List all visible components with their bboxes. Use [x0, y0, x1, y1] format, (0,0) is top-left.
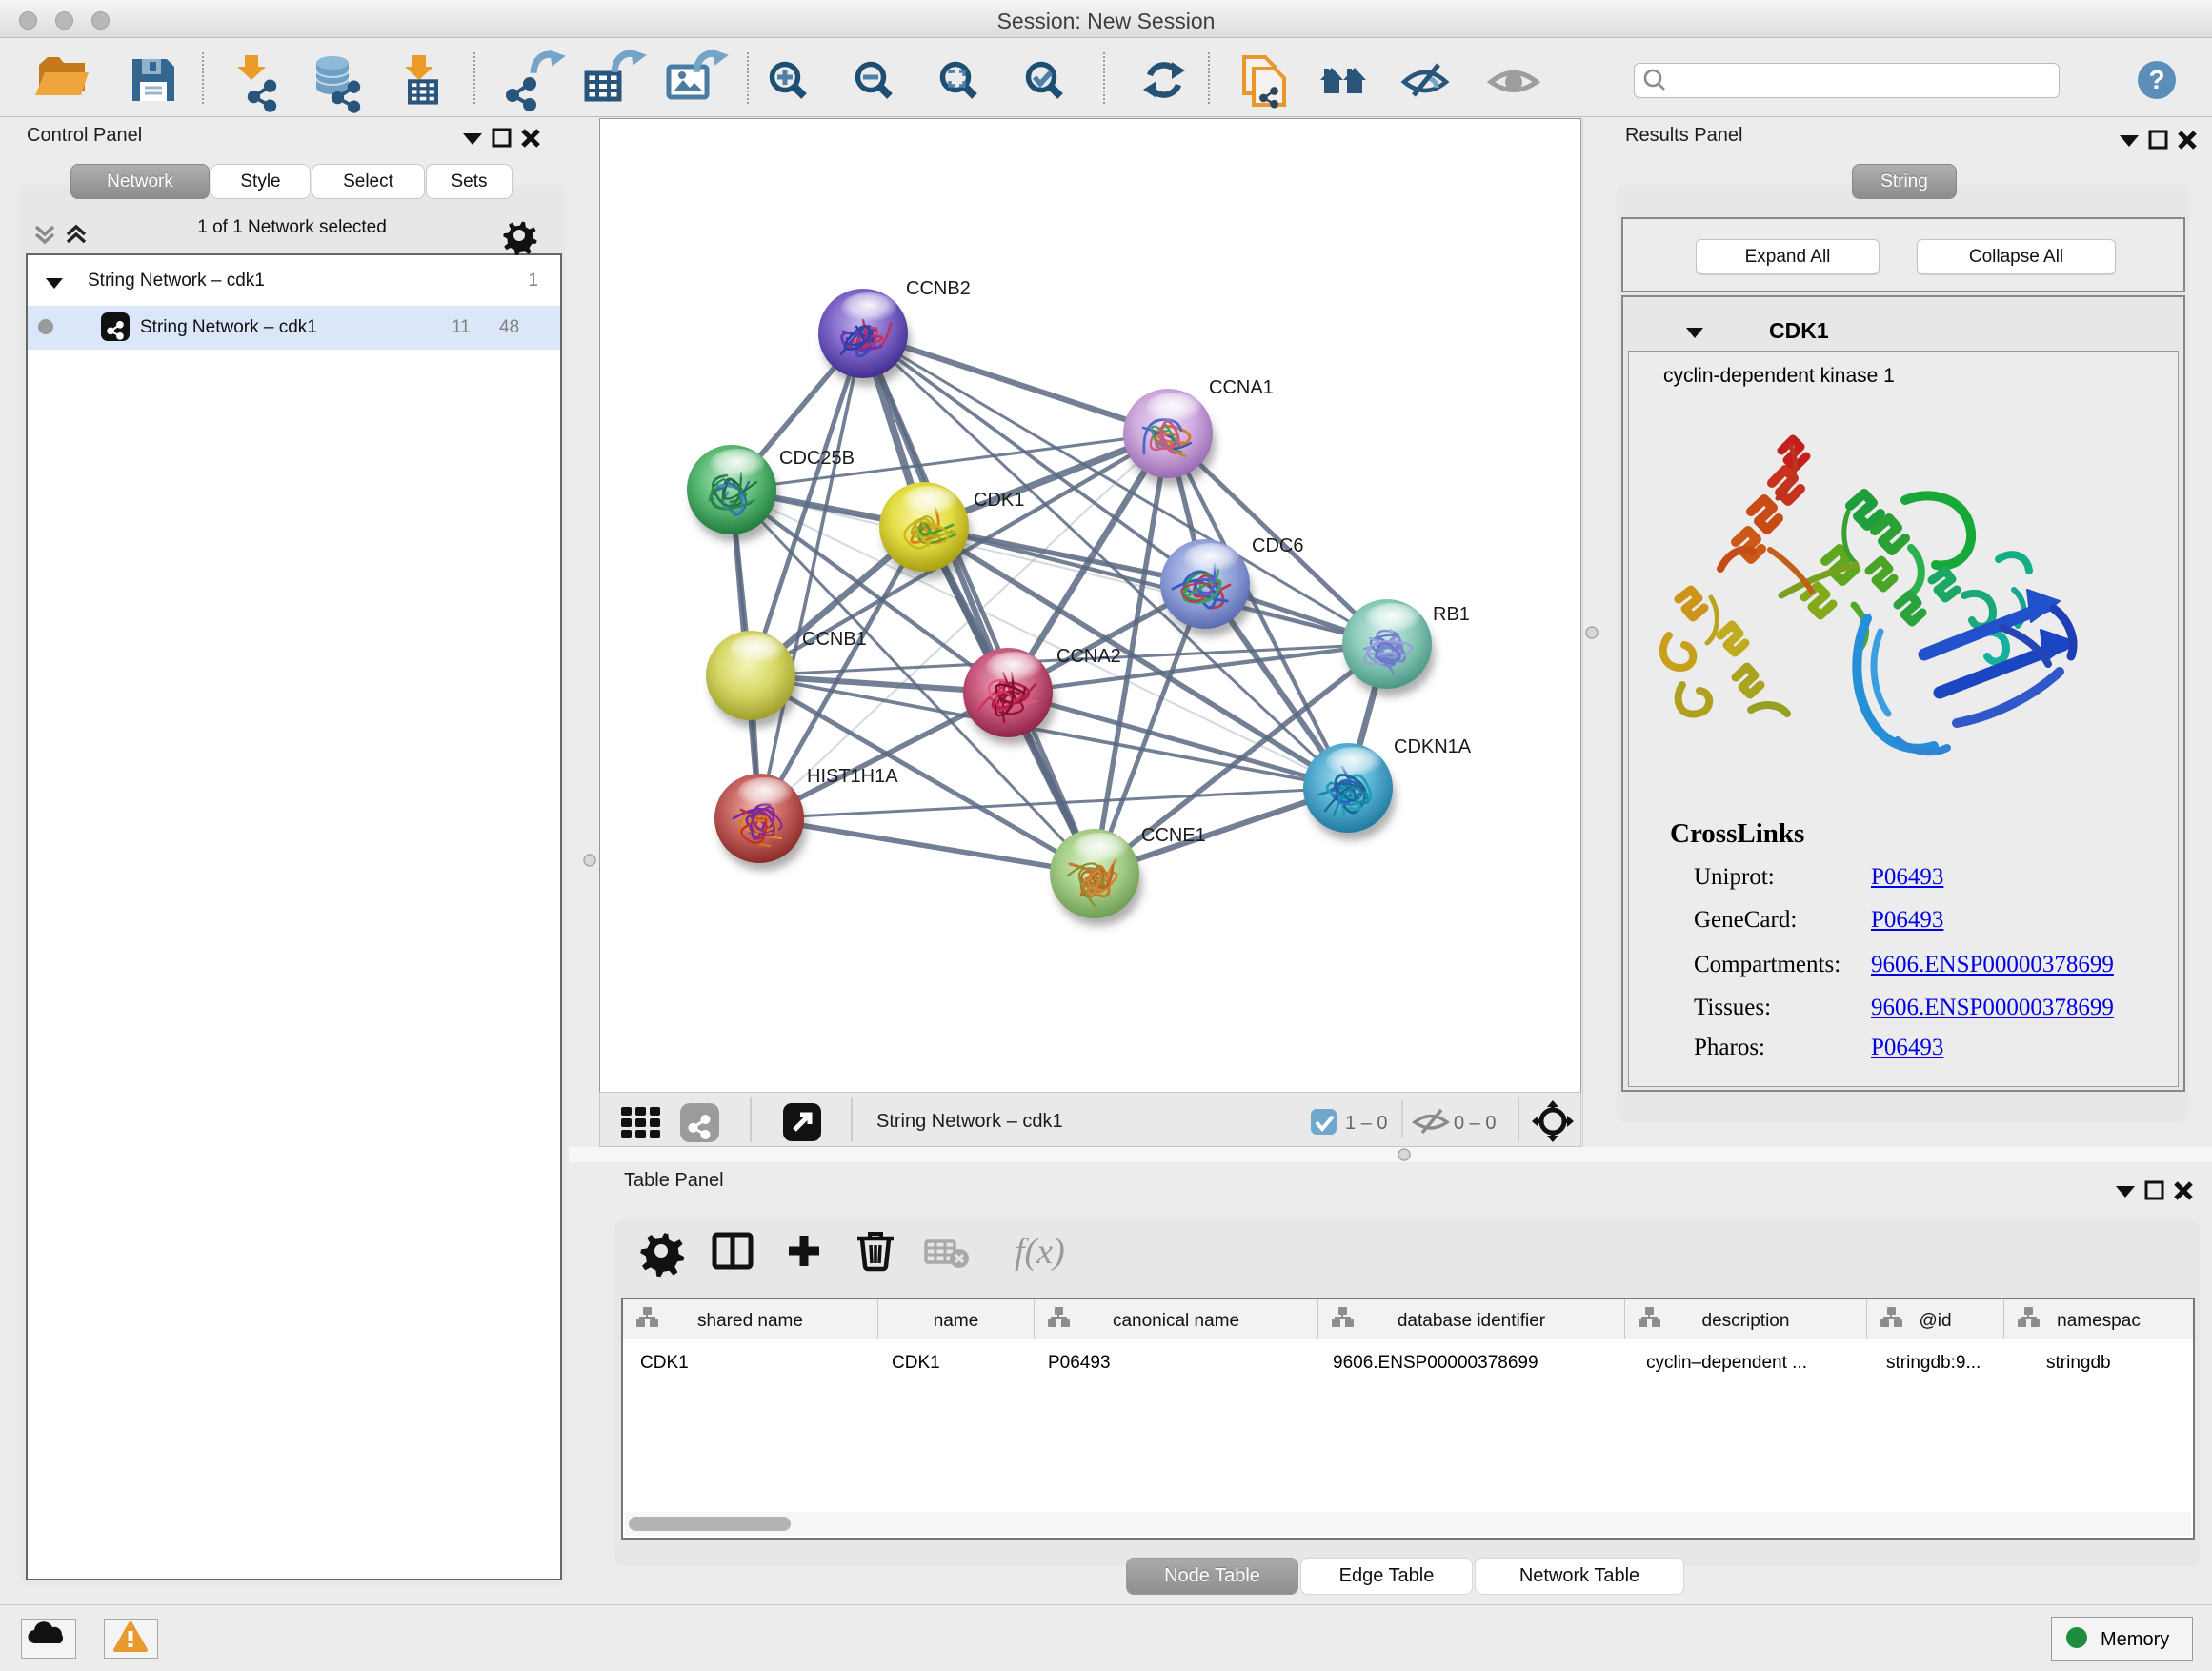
svg-text:String Network – cdk1: String Network – cdk1 [876, 1111, 1063, 1132]
svg-text:CCNB1: CCNB1 [802, 629, 867, 650]
svg-text:CCNE1: CCNE1 [1141, 825, 1206, 846]
svg-text:CCNB2: CCNB2 [906, 278, 971, 299]
svg-text:CDKN1A: CDKN1A [1394, 736, 1472, 757]
svg-text:HIST1H1A: HIST1H1A [807, 766, 898, 787]
svg-text:RB1: RB1 [1433, 604, 1470, 625]
svg-text:?: ? [2148, 65, 2164, 94]
svg-text:CCNA2: CCNA2 [1056, 646, 1121, 667]
svg-text:f(x): f(x) [1015, 1232, 1065, 1272]
svg-text:1 – 0: 1 – 0 [1345, 1113, 1387, 1134]
svg-text:CDC6: CDC6 [1252, 535, 1303, 556]
svg-text:CDC25B: CDC25B [779, 448, 855, 469]
svg-text:CCNA1: CCNA1 [1209, 377, 1274, 398]
svg-text:0 – 0: 0 – 0 [1454, 1113, 1496, 1134]
svg-text:CDK1: CDK1 [974, 490, 1024, 511]
